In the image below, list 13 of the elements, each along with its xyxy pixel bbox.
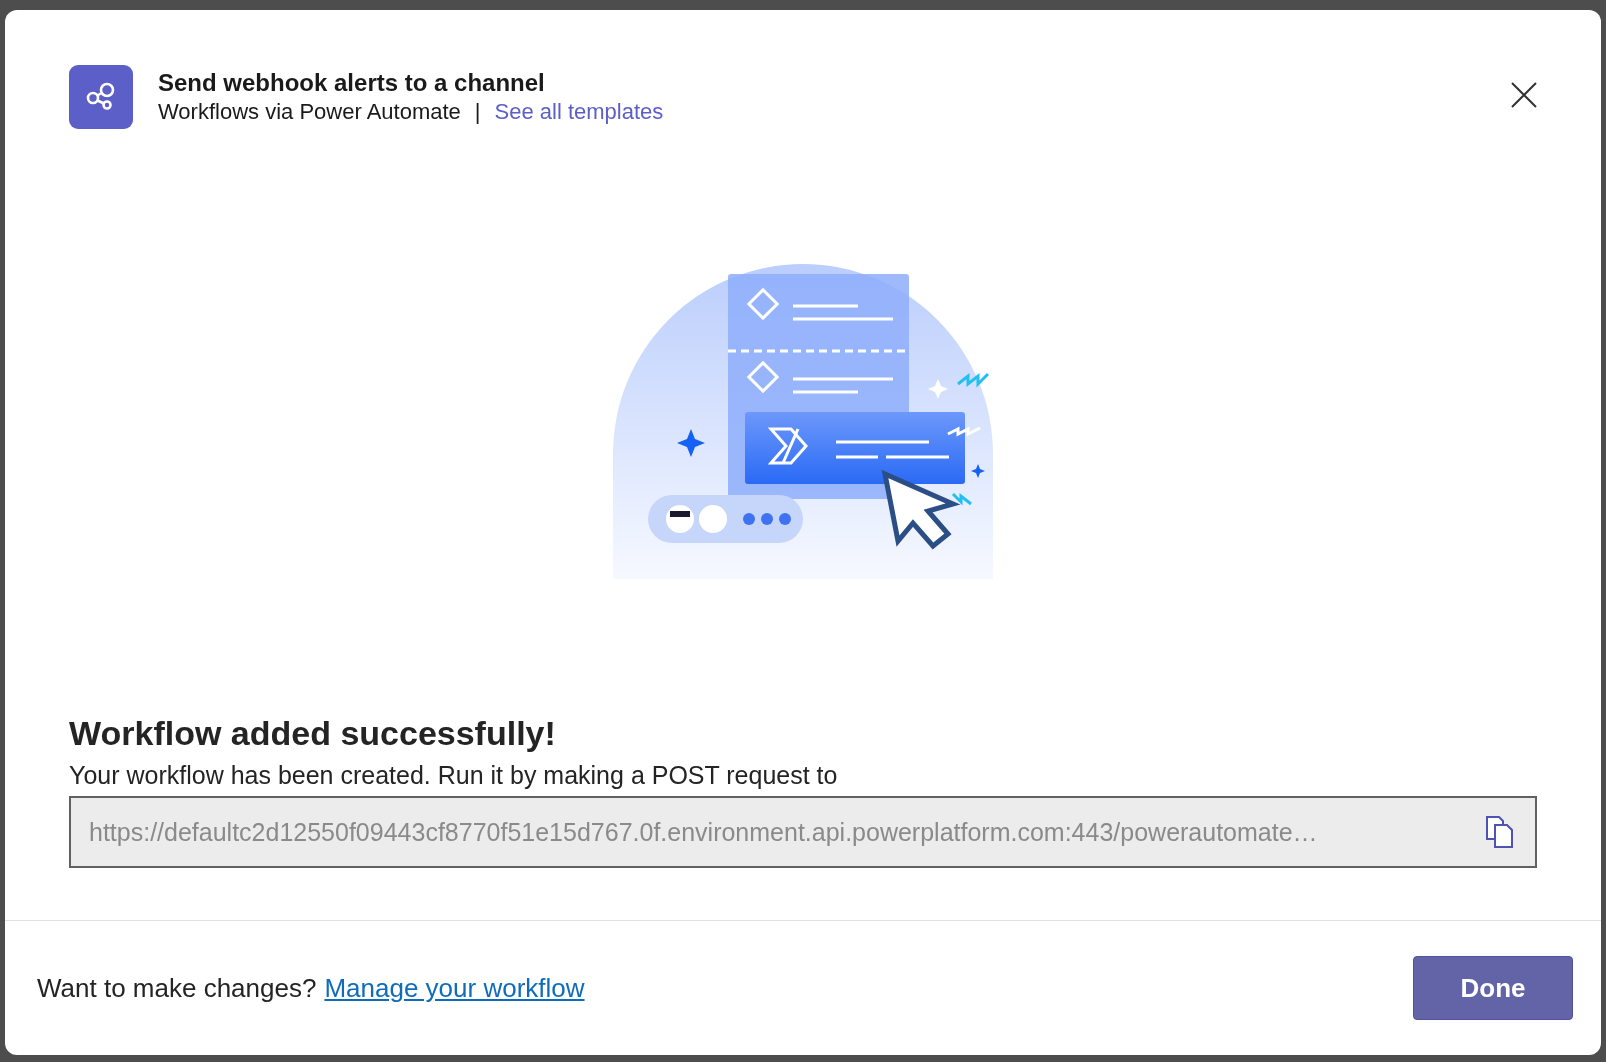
dialog-title: Send webhook alerts to a channel	[158, 69, 546, 97]
close-icon[interactable]	[1511, 82, 1537, 108]
manage-workflow-link[interactable]: Manage your workflow	[324, 972, 585, 1004]
done-button[interactable]: Done	[1413, 956, 1573, 1020]
copy-icon[interactable]	[1485, 815, 1515, 849]
success-heading: Workflow added successfully!	[69, 714, 557, 753]
share-nodes-icon	[69, 65, 133, 129]
dialog-subtitle: Workflows via Power Automate	[158, 99, 461, 125]
url-field[interactable]: https://defaultc2d12550f09443cf8770f51e15d767.0f.environment.api.powerplatform.com:443/powerautomate…	[69, 796, 1537, 868]
templates-link[interactable]: See all templates	[494, 99, 664, 125]
prompt-text: Want to make changes?	[37, 972, 317, 1004]
instruction-text: Your workflow has been created. Run it by making a POST request to	[69, 761, 839, 790]
separator-text: |	[474, 99, 481, 125]
